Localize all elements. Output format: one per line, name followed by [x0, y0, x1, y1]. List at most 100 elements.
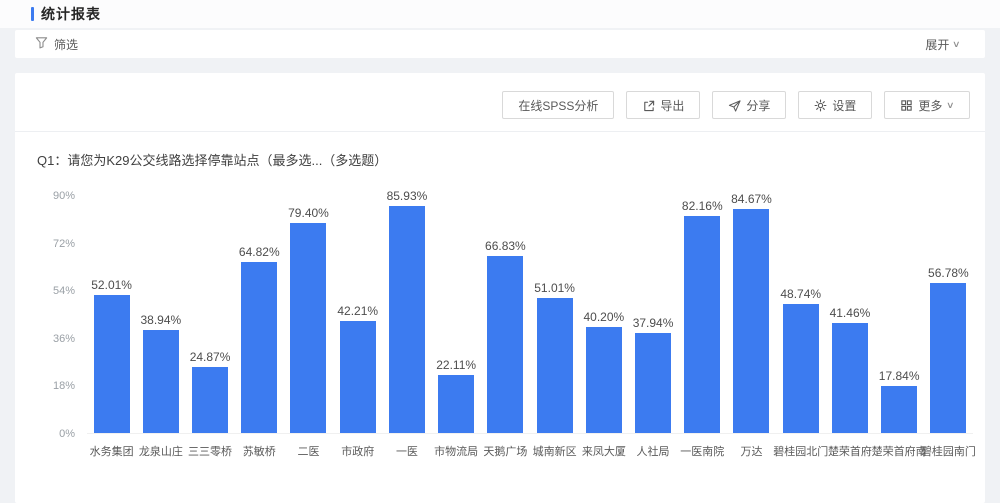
funnel-icon [35, 36, 48, 52]
bar-slot: 17.84% [875, 196, 924, 433]
y-axis: 0%18%36%54%72%90% [33, 196, 75, 434]
bar[interactable] [733, 209, 769, 433]
filter-toggle[interactable]: 筛选 [35, 36, 78, 53]
toolbar: 在线SPSS分析 导出 分享 [15, 73, 985, 131]
share-button[interactable]: 分享 [712, 91, 786, 119]
bar-value-label: 48.74% [780, 287, 821, 301]
more-button[interactable]: 更多 ∨ [884, 91, 970, 119]
settings-label: 设置 [832, 97, 856, 114]
bar[interactable] [832, 323, 868, 433]
settings-button[interactable]: 设置 [798, 91, 872, 119]
bar-slot: 85.93% [382, 196, 431, 433]
chevron-down-icon: ∨ [946, 100, 955, 111]
bar-value-label: 82.16% [682, 199, 723, 213]
bar-value-label: 37.94% [633, 316, 674, 330]
title-accent-bar [31, 7, 34, 21]
bar-slot: 48.74% [776, 196, 825, 433]
bar-value-label: 40.20% [583, 310, 624, 324]
bar-slot: 22.11% [432, 196, 481, 433]
bar-category-label: 万达 [727, 434, 776, 466]
bar-slot: 56.78% [924, 196, 973, 433]
bar-value-label: 38.94% [140, 313, 181, 327]
spss-analysis-label: 在线SPSS分析 [518, 97, 598, 114]
bar-category-label: 碧桂园北门 [776, 434, 825, 466]
export-button[interactable]: 导出 [626, 91, 700, 119]
bar-value-label: 85.93% [387, 189, 428, 203]
expand-label: 展开 [925, 36, 949, 53]
share-icon [728, 99, 741, 112]
statistics-report-page: { "page": { "title": "统计报表" }, "filter_b… [0, 0, 1000, 503]
y-tick-label: 18% [53, 380, 75, 392]
bar[interactable] [143, 330, 179, 433]
bar[interactable] [241, 262, 277, 433]
bar-category-label: 一医南院 [678, 434, 727, 466]
bar-plot: 52.01% 38.94% 24.87%64.82% 79.40% 42.21% 85.9… [87, 196, 973, 434]
y-tick-label: 36% [53, 333, 75, 345]
page-header: 统计报表 [0, 0, 1000, 28]
bar-category-label: 楚荣首府南 [875, 434, 924, 466]
bar[interactable] [438, 375, 474, 433]
bar-slot: 84.67% [727, 196, 776, 433]
bar-slot: 41.46% [825, 196, 874, 433]
bar-value-label: 41.46% [830, 306, 871, 320]
bar-slot: 51.01% [530, 196, 579, 433]
bar-value-label: 17.84% [879, 369, 920, 383]
bar-value-label: 79.40% [288, 206, 329, 220]
survey-bar-chart: 0%18%36%54%72%90% 52.01%38.94%24.87%64.8… [33, 196, 973, 476]
bar-slot: 38.94% [136, 196, 185, 433]
bar-category-label: 市物流局 [432, 434, 481, 466]
y-tick-label: 72% [53, 238, 75, 250]
export-icon [642, 99, 655, 112]
bar-category-label: 来凤大厦 [579, 434, 628, 466]
bar-value-label: 66.83% [485, 239, 526, 253]
bar[interactable] [340, 321, 376, 433]
spss-analysis-button[interactable]: 在线SPSS分析 [502, 91, 614, 119]
bar[interactable] [783, 304, 819, 433]
bar-value-label: 56.78% [928, 266, 969, 280]
bar-slot: 37.94% [628, 196, 677, 433]
bar[interactable] [684, 216, 720, 433]
bar-value-label: 51.01% [534, 281, 575, 295]
bar-slot: 42.21% [333, 196, 382, 433]
page-title: 统计报表 [41, 4, 101, 24]
question-title: Q1：请您为K29公交线路选择停靠站点（最多选...（多选题） [37, 150, 985, 169]
bar[interactable] [290, 223, 326, 433]
y-tick-label: 0% [59, 428, 75, 440]
bar-category-label: 市政府 [333, 434, 382, 466]
bar-category-label: 苏敏桥 [235, 434, 284, 466]
chevron-down-icon: ∨ [952, 39, 961, 50]
toolbar-divider [15, 131, 985, 132]
filter-bar: 筛选 展开 ∨ [15, 30, 985, 58]
share-label: 分享 [746, 97, 770, 114]
more-label: 更多 [918, 97, 942, 114]
bar-category-label: 龙泉山庄 [136, 434, 185, 466]
bar-category-label: 碧桂园南门 [924, 434, 973, 466]
bar[interactable] [930, 283, 966, 433]
bar-category-label: 三三零桥 [185, 434, 234, 466]
bar-slot: 82.16% [678, 196, 727, 433]
bar-slot: 79.40% [284, 196, 333, 433]
bar[interactable] [389, 206, 425, 433]
bar[interactable] [881, 386, 917, 433]
grid-icon [900, 99, 913, 112]
bar-value-label: 42.21% [337, 304, 378, 318]
bar-category-label: 二医 [284, 434, 333, 466]
bar-slot: 24.87% [185, 196, 234, 433]
bar-category-label: 楚荣首府 [825, 434, 874, 466]
bar-slot: 64.82% [235, 196, 284, 433]
bar[interactable] [586, 327, 622, 433]
bar[interactable] [94, 295, 130, 433]
bar-slot: 66.83% [481, 196, 530, 433]
bar-category-label: 人社局 [628, 434, 677, 466]
bar-slot: 52.01% [87, 196, 136, 433]
bar[interactable] [537, 298, 573, 433]
bar[interactable] [635, 333, 671, 433]
filter-label: 筛选 [54, 36, 78, 53]
bar[interactable] [487, 256, 523, 433]
expand-toggle[interactable]: 展开 ∨ [925, 36, 960, 53]
bar-value-label: 84.67% [731, 192, 772, 206]
y-tick-label: 54% [53, 285, 75, 297]
bar[interactable] [192, 367, 228, 433]
x-axis: 水务集团龙泉山庄三三零桥苏敏桥二医市政府一医市物流局天鹅广场城南新区来凤大厦人社… [87, 434, 973, 466]
bar-slot: 40.20% [579, 196, 628, 433]
